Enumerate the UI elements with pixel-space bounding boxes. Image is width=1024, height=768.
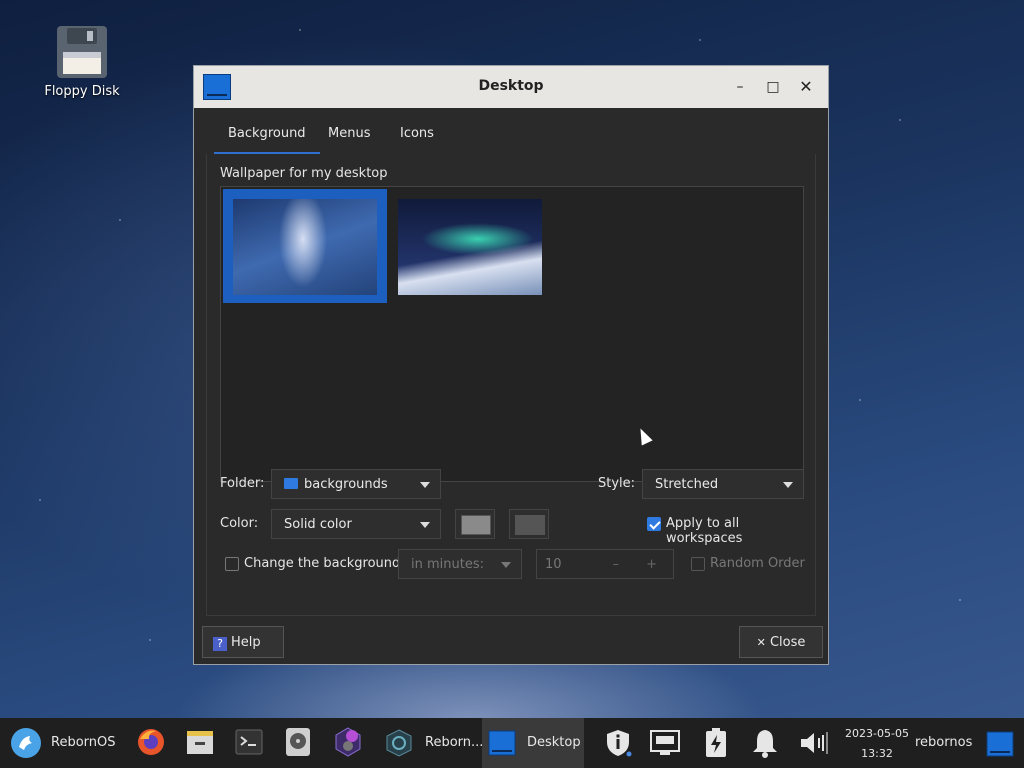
rebornos-logo-icon xyxy=(11,728,41,758)
interval-unit-select[interactable]: in minutes: xyxy=(398,549,522,579)
chevron-down-icon xyxy=(420,482,430,488)
notifications-icon[interactable] xyxy=(751,728,779,758)
folder-value: backgrounds xyxy=(304,477,388,492)
disk-utility-icon[interactable] xyxy=(284,727,312,757)
security-icon[interactable] xyxy=(604,728,632,758)
chevron-down-icon xyxy=(501,562,511,568)
help-button[interactable]: ? Help xyxy=(202,626,284,658)
terminal-icon[interactable] xyxy=(235,728,263,756)
clock-date: 2023-05-05 xyxy=(845,727,909,740)
task-label: Reborn... xyxy=(425,735,484,750)
task-desktop[interactable]: Desktop xyxy=(482,718,584,768)
clock[interactable]: 2023-05-05 13:32 xyxy=(845,724,909,764)
close-icon: ✕ xyxy=(756,636,766,649)
style-label: Style: xyxy=(598,476,636,491)
change-background-label: Change the background xyxy=(244,556,401,571)
primary-color-button[interactable] xyxy=(455,509,495,539)
background-panel: Wallpaper for my desktop Folder: backgro… xyxy=(206,154,816,616)
desktop-icon-floppy-disk[interactable]: Floppy Disk xyxy=(40,26,124,99)
interval-stepper[interactable]: 10 – + xyxy=(536,549,674,579)
close-button[interactable]: ✕ Close xyxy=(739,626,823,658)
power-icon[interactable] xyxy=(704,728,728,758)
wallpaper-thumb-aurora[interactable] xyxy=(398,199,542,295)
chevron-down-icon xyxy=(783,482,793,488)
style-select[interactable]: Stretched xyxy=(642,469,804,499)
floppy-disk-icon xyxy=(57,26,107,78)
increment-button[interactable]: + xyxy=(646,550,657,580)
help-label: Help xyxy=(231,635,261,650)
taskbar: RebornOS Reborn... Desktop 2023-05-05 13… xyxy=(0,718,1024,768)
user-menu[interactable]: rebornos xyxy=(915,718,972,768)
desktop-icon-label: Floppy Disk xyxy=(44,84,120,99)
maximize-button[interactable]: □ xyxy=(762,76,784,98)
folder-label: Folder: xyxy=(220,476,265,491)
tab-icons[interactable]: Icons xyxy=(386,116,448,152)
decrement-button[interactable]: – xyxy=(613,550,620,580)
change-background-checkbox[interactable] xyxy=(225,557,239,571)
secondary-color-swatch xyxy=(515,515,545,535)
desktop-settings-window: Desktop – □ ✕ Background Menus Icons Wal… xyxy=(193,65,829,665)
random-order-checkbox[interactable] xyxy=(691,557,705,571)
tab-background[interactable]: Background xyxy=(214,116,320,155)
file-manager-icon[interactable] xyxy=(186,728,214,756)
welcome-app-icon xyxy=(386,729,412,757)
interval-value: 10 xyxy=(545,557,562,572)
volume-icon[interactable] xyxy=(799,729,831,757)
help-icon: ? xyxy=(213,637,227,651)
color-mode-value: Solid color xyxy=(284,517,352,532)
color-label: Color: xyxy=(220,516,259,531)
tab-bar: Background Menus Icons xyxy=(206,116,816,155)
network-icon[interactable] xyxy=(650,730,680,756)
random-order-label: Random Order xyxy=(710,556,805,571)
clock-time: 13:32 xyxy=(861,747,893,760)
wallpaper-gallery xyxy=(220,186,804,482)
show-desktop-icon[interactable] xyxy=(986,731,1014,757)
firefox-icon[interactable] xyxy=(136,727,166,757)
welcome-app-icon[interactable] xyxy=(332,726,364,758)
folder-icon xyxy=(284,478,298,489)
style-value: Stretched xyxy=(655,477,719,492)
chevron-down-icon xyxy=(420,522,430,528)
interval-unit-value: in minutes: xyxy=(411,557,484,572)
task-rebornos[interactable]: Reborn... xyxy=(378,718,484,768)
minimize-button[interactable]: – xyxy=(729,76,751,98)
tab-menus[interactable]: Menus xyxy=(314,116,384,152)
start-menu-button[interactable]: RebornOS xyxy=(8,718,118,768)
close-label: Close xyxy=(769,635,806,650)
close-window-button[interactable]: ✕ xyxy=(795,76,817,98)
folder-select[interactable]: backgrounds xyxy=(271,469,441,499)
apply-all-workspaces-checkbox[interactable] xyxy=(647,517,661,531)
wallpaper-thumb-milky-way[interactable] xyxy=(223,189,387,303)
secondary-color-button[interactable] xyxy=(509,509,549,539)
desktop-app-icon xyxy=(488,730,516,756)
apply-all-workspaces-label: Apply to all workspaces xyxy=(666,516,743,546)
wallpaper-image xyxy=(233,199,377,295)
wallpaper-label: Wallpaper for my desktop xyxy=(220,166,388,181)
title-bar[interactable]: Desktop – □ ✕ xyxy=(194,66,828,108)
color-mode-select[interactable]: Solid color xyxy=(271,509,441,539)
primary-color-swatch xyxy=(461,515,491,535)
start-menu-label: RebornOS xyxy=(51,735,116,750)
task-label: Desktop xyxy=(527,735,581,750)
